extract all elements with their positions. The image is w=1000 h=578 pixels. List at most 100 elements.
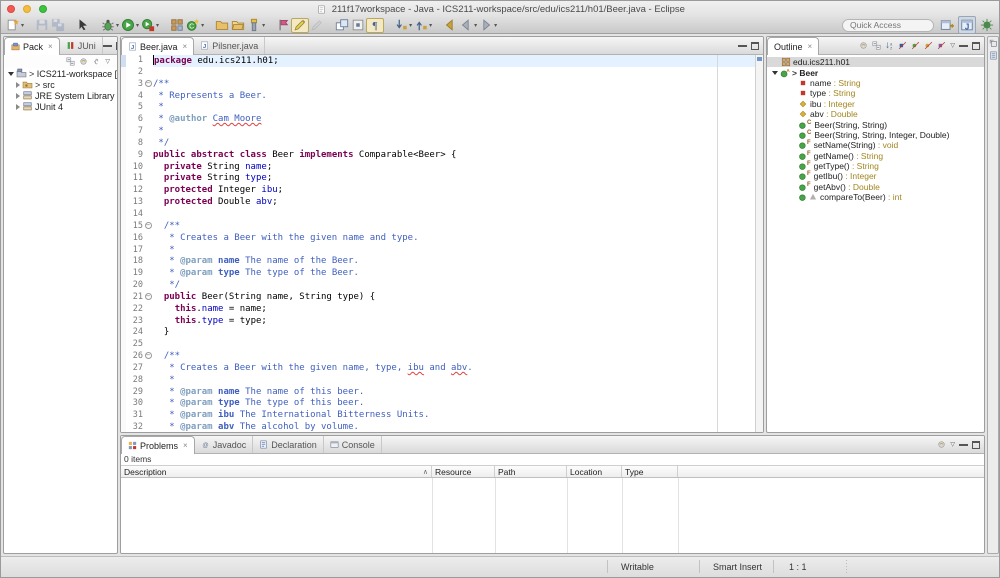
overview-ruler[interactable] xyxy=(755,55,763,433)
code-line-12[interactable]: 12 protected Integer ibu; xyxy=(121,185,763,197)
back-button[interactable]: ▾ xyxy=(458,18,478,33)
editor-tab-pilsner-java[interactable]: JPilsner.java xyxy=(194,37,265,54)
code-text[interactable]: * @param ibu The International Bitternes… xyxy=(153,410,763,422)
problems-tab-problems[interactable]: Problems× xyxy=(121,436,195,454)
code-text[interactable]: * @author Cam Moore xyxy=(153,114,763,126)
new-wizard-dropdown-icon[interactable]: ▾ xyxy=(21,22,24,29)
code-line-2[interactable]: 2 xyxy=(121,67,763,79)
code-text[interactable]: /** xyxy=(153,79,763,91)
code-text[interactable]: * xyxy=(153,102,763,114)
explorer-tab-juni[interactable]: JUni xyxy=(60,37,103,54)
minimized-view-icon[interactable] xyxy=(989,51,998,60)
column-header-resource[interactable]: Resource xyxy=(432,466,495,477)
code-line-15[interactable]: 15− /** xyxy=(121,221,763,233)
coverage-dropdown-icon[interactable]: ▾ xyxy=(156,22,159,29)
code-text[interactable]: * xyxy=(153,245,763,257)
code-line-27[interactable]: 27 * Creates a Beer with the given name,… xyxy=(121,363,763,375)
outline-member-row[interactable]: FgetIbu() : Integer xyxy=(767,171,984,181)
previous-annotation-dropdown-icon[interactable]: ▾ xyxy=(429,22,432,29)
coverage-button[interactable]: ▾ xyxy=(140,18,160,33)
code-text[interactable]: * @param name The name of this beer. xyxy=(153,387,763,399)
code-text[interactable] xyxy=(153,339,763,351)
code-line-22[interactable]: 22 this.name = name; xyxy=(121,304,763,316)
code-line-20[interactable]: 20 */ xyxy=(121,280,763,292)
import-button[interactable] xyxy=(230,18,246,33)
expander-icon[interactable] xyxy=(772,71,778,75)
outline-member-row[interactable]: compareTo(Beer) : int xyxy=(767,192,984,202)
problems-maximize-button[interactable] xyxy=(972,441,980,449)
next-annotation-button[interactable]: ▾ xyxy=(393,18,413,33)
explorer-tab-pack[interactable]: Pack× xyxy=(4,37,60,55)
code-line-16[interactable]: 16 * Creates a Beer with the given name … xyxy=(121,233,763,245)
code-text[interactable]: package edu.ics211.h01; xyxy=(153,55,763,67)
editor-maximize-button[interactable] xyxy=(751,42,759,50)
outline-class-row[interactable]: A> Beer xyxy=(767,67,984,77)
code-line-26[interactable]: 26− /** xyxy=(121,351,763,363)
tree-item-junit[interactable]: JUnit 4 xyxy=(4,101,117,112)
code-text[interactable]: */ xyxy=(153,138,763,150)
content-assist-button[interactable] xyxy=(309,18,325,33)
code-line-17[interactable]: 17 * xyxy=(121,245,763,257)
code-line-1[interactable]: 1package edu.ics211.h01; xyxy=(121,55,763,67)
tree-item-src[interactable]: > src xyxy=(4,79,117,90)
code-text[interactable]: public Beer(String name, String type) { xyxy=(153,292,763,304)
fold-marker-icon[interactable]: − xyxy=(145,352,152,359)
search-dropdown-icon[interactable]: ▾ xyxy=(262,22,265,29)
editor-minimize-button[interactable] xyxy=(738,44,747,47)
java-perspective-button[interactable]: J xyxy=(958,16,976,34)
code-text[interactable]: * @param type The type of the Beer. xyxy=(153,268,763,280)
explorer-maximize-button[interactable] xyxy=(116,42,118,50)
code-text[interactable]: /** xyxy=(153,351,763,363)
outline-collapse-all-icon[interactable] xyxy=(872,41,881,50)
code-text[interactable]: * Creates a Beer with the given name and… xyxy=(153,233,763,245)
outline-tab-outline[interactable]: Outline× xyxy=(767,37,819,55)
new-wizard-button[interactable]: ▾ xyxy=(5,18,25,33)
outline-member-row[interactable]: ibu : Integer xyxy=(767,99,984,109)
new-java-class-dropdown-icon[interactable]: ▾ xyxy=(201,22,204,29)
code-line-19[interactable]: 19 * @param type The type of the Beer. xyxy=(121,268,763,280)
show-selected-element-button[interactable] xyxy=(350,18,366,33)
arrow-tool-button[interactable] xyxy=(75,18,91,33)
expander-icon[interactable] xyxy=(16,93,20,99)
outline-member-row[interactable]: FgetAbv() : Double xyxy=(767,182,984,192)
forward-button[interactable]: ▾ xyxy=(478,18,498,33)
column-header-type[interactable]: Type xyxy=(622,466,678,477)
problems-table-body[interactable] xyxy=(121,478,984,554)
run-button[interactable]: ▾ xyxy=(120,18,140,33)
problems-tab-console[interactable]: Console xyxy=(324,436,382,453)
quick-access-input[interactable] xyxy=(842,19,934,32)
new-java-project-button[interactable] xyxy=(169,18,185,33)
explorer-toolbar-link-view-icon[interactable] xyxy=(92,57,101,66)
code-line-7[interactable]: 7 * xyxy=(121,126,763,138)
code-text[interactable]: * @param abv The alcohol by volume. xyxy=(153,422,763,433)
code-text[interactable]: /** xyxy=(153,221,763,233)
code-text[interactable] xyxy=(153,67,763,79)
outline-member-row[interactable]: CBeer(String, String) xyxy=(767,119,984,129)
code-text[interactable]: this.type = type; xyxy=(153,316,763,328)
previous-annotation-button[interactable]: ▾ xyxy=(413,18,433,33)
code-line-21[interactable]: 21− public Beer(String name, String type… xyxy=(121,292,763,304)
back-dropdown-icon[interactable]: ▾ xyxy=(474,22,477,29)
code-line-28[interactable]: 28 * xyxy=(121,375,763,387)
code-line-32[interactable]: 32 * @param abv The alcohol by volume. xyxy=(121,422,763,433)
editor-tab-beer-java[interactable]: JBeer.java× xyxy=(121,37,194,55)
open-task-button[interactable] xyxy=(214,18,230,33)
code-text[interactable]: this.name = name; xyxy=(153,304,763,316)
search-button[interactable]: ▾ xyxy=(246,18,266,33)
outline-member-row[interactable]: CBeer(String, String, Integer, Double) xyxy=(767,130,984,140)
code-editor[interactable]: 1package edu.ics211.h01;23−/**4 * Repres… xyxy=(121,55,763,433)
tree-item-ics211workspace[interactable]: > ICS211-workspace [ICS21 xyxy=(4,68,117,79)
run-dropdown-icon[interactable]: ▾ xyxy=(136,22,139,29)
expander-icon[interactable] xyxy=(16,82,20,88)
explorer-toolbar-focus-task-icon[interactable] xyxy=(79,57,88,66)
problems-minimize-button[interactable] xyxy=(959,443,968,446)
code-text[interactable] xyxy=(153,209,763,221)
code-line-18[interactable]: 18 * @param name The name of the Beer. xyxy=(121,256,763,268)
other-perspective-button[interactable] xyxy=(979,17,995,33)
outline-hide-non-public-icon[interactable] xyxy=(924,41,933,50)
code-line-31[interactable]: 31 * @param ibu The International Bitter… xyxy=(121,410,763,422)
outline-member-row[interactable]: FgetName() : String xyxy=(767,151,984,161)
close-tab-icon[interactable]: × xyxy=(183,441,188,450)
debug-button[interactable]: ▾ xyxy=(100,18,120,33)
outline-focus-task-icon[interactable] xyxy=(859,41,868,50)
